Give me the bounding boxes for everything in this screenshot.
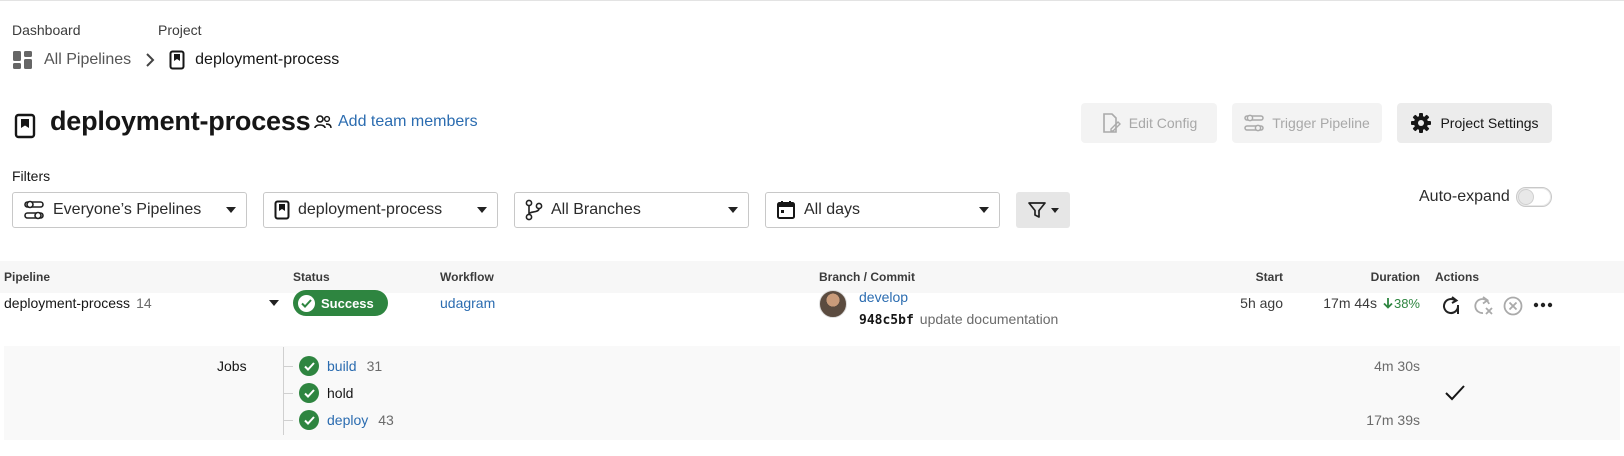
column-actions: Actions	[1435, 270, 1480, 284]
commit-message: update documentation	[919, 311, 1059, 327]
project-filter-value: deployment-process	[298, 201, 443, 218]
project-settings-label: Project Settings	[1440, 115, 1539, 131]
edit-config-button[interactable]: Edit Config	[1081, 103, 1217, 143]
duration-cell: 17m 44s 38%	[1300, 295, 1420, 311]
filters-label: Filters	[12, 168, 51, 184]
breadcrumb-dashboard-label: Dashboard	[12, 22, 81, 38]
checkmark-circle-icon	[299, 356, 319, 376]
sliders-icon	[23, 200, 45, 220]
expand-row-caret-icon[interactable]	[269, 300, 279, 306]
column-duration: Duration	[1370, 270, 1420, 284]
chevron-down-icon	[226, 207, 236, 213]
breadcrumb: All Pipelines deployment-process	[12, 50, 339, 70]
chevron-down-icon	[728, 207, 738, 213]
column-pipeline: Pipeline	[4, 270, 51, 284]
pipelines-filter-value: Everyone’s Pipelines	[53, 201, 202, 218]
job-name[interactable]: deploy	[327, 412, 368, 428]
jobs-tree-line	[283, 347, 284, 435]
branch-filter-value: All Branches	[551, 201, 641, 218]
trigger-pipeline-label: Trigger Pipeline	[1272, 115, 1370, 131]
advanced-filter-button[interactable]	[1016, 192, 1070, 228]
job-row-build[interactable]: build 31	[299, 356, 382, 376]
duration-change: 38%	[1383, 296, 1420, 311]
column-workflow: Workflow	[440, 270, 494, 284]
status-label: Success	[321, 295, 374, 311]
gear-icon	[1410, 112, 1432, 134]
chevron-right-icon	[145, 53, 155, 67]
branch-filter-select[interactable]: All Branches	[514, 192, 749, 228]
rerun-failed-icon[interactable]	[1471, 294, 1495, 318]
auto-expand-toggle[interactable]	[1516, 187, 1552, 207]
table-row: deployment-process 14	[4, 295, 152, 311]
checkmark-circle-icon	[298, 294, 315, 312]
breadcrumb-current-project[interactable]: deployment-process	[195, 51, 339, 69]
git-branch-icon	[525, 199, 543, 221]
trigger-pipeline-button[interactable]: Trigger Pipeline	[1232, 103, 1382, 143]
jobs-tree-branch	[283, 393, 293, 394]
top-divider	[0, 0, 1624, 1]
job-row-hold[interactable]: hold	[299, 383, 353, 403]
page-title: deployment-process	[50, 106, 311, 136]
job-duration: 4m 30s	[1374, 358, 1420, 374]
project-settings-button[interactable]: Project Settings	[1397, 103, 1552, 143]
date-filter-select[interactable]: All days	[765, 192, 1000, 228]
edit-config-label: Edit Config	[1128, 115, 1198, 131]
column-status: Status	[293, 270, 330, 284]
chevron-down-icon	[1051, 207, 1059, 213]
add-team-members-label: Add team members	[338, 113, 478, 130]
job-number: 43	[378, 412, 394, 428]
cancel-icon[interactable]	[1502, 295, 1524, 317]
start-time: 5h ago	[1240, 295, 1283, 311]
column-branch-commit: Branch / Commit	[819, 270, 916, 284]
checkmark-circle-icon	[299, 383, 319, 403]
duration-change-value: 38%	[1393, 295, 1420, 311]
commit-info: 948c5bf update documentation	[859, 311, 1058, 328]
status-badge[interactable]: Success	[293, 290, 388, 316]
jobs-tree-branch	[283, 366, 293, 367]
breadcrumb-project-label: Project	[158, 22, 202, 38]
people-icon	[314, 115, 332, 129]
more-icon[interactable]	[1533, 302, 1553, 308]
rerun-icon[interactable]	[1439, 294, 1463, 318]
file-edit-icon	[1101, 112, 1121, 134]
jobs-tree-branch	[283, 420, 293, 421]
pipeline-number: 14	[136, 295, 152, 311]
auto-expand-label: Auto-expand	[1419, 188, 1510, 205]
job-name[interactable]: build	[327, 358, 357, 374]
calendar-icon	[776, 200, 796, 220]
job-row-deploy[interactable]: deploy 43	[299, 410, 394, 430]
sliders-icon	[1244, 113, 1264, 133]
commit-hash[interactable]: 948c5bf	[859, 313, 914, 328]
bookmark-icon	[274, 200, 290, 220]
arrow-down-icon	[1383, 297, 1393, 309]
column-start: Start	[1255, 270, 1283, 284]
funnel-icon	[1027, 200, 1047, 220]
project-bookmark-icon	[14, 113, 36, 139]
job-number: 31	[366, 358, 383, 374]
bookmark-icon	[169, 50, 185, 70]
workflow-link[interactable]: udagram	[440, 295, 495, 311]
chevron-down-icon	[477, 207, 487, 213]
job-duration: 17m 39s	[1366, 412, 1420, 428]
pipeline-name[interactable]: deployment-process	[4, 295, 130, 311]
auto-expand-toggle-knob	[1518, 189, 1534, 205]
jobs-label: Jobs	[217, 358, 247, 374]
breadcrumb-all-pipelines-link[interactable]: All Pipelines	[44, 51, 131, 69]
duration-value: 17m 44s	[1323, 295, 1377, 311]
add-team-members-link[interactable]: Add team members	[314, 113, 478, 131]
avatar	[819, 290, 847, 318]
date-filter-value: All days	[804, 201, 861, 218]
chevron-down-icon	[979, 207, 989, 213]
checkmark-circle-icon	[299, 410, 319, 430]
pipelines-filter-select[interactable]: Everyone’s Pipelines	[12, 192, 247, 228]
project-filter-select[interactable]: deployment-process	[263, 192, 498, 228]
job-name: hold	[327, 385, 354, 401]
branch-link[interactable]: develop	[859, 289, 908, 305]
dashboard-grid-icon	[12, 50, 34, 70]
checkmark-icon	[1444, 384, 1466, 402]
